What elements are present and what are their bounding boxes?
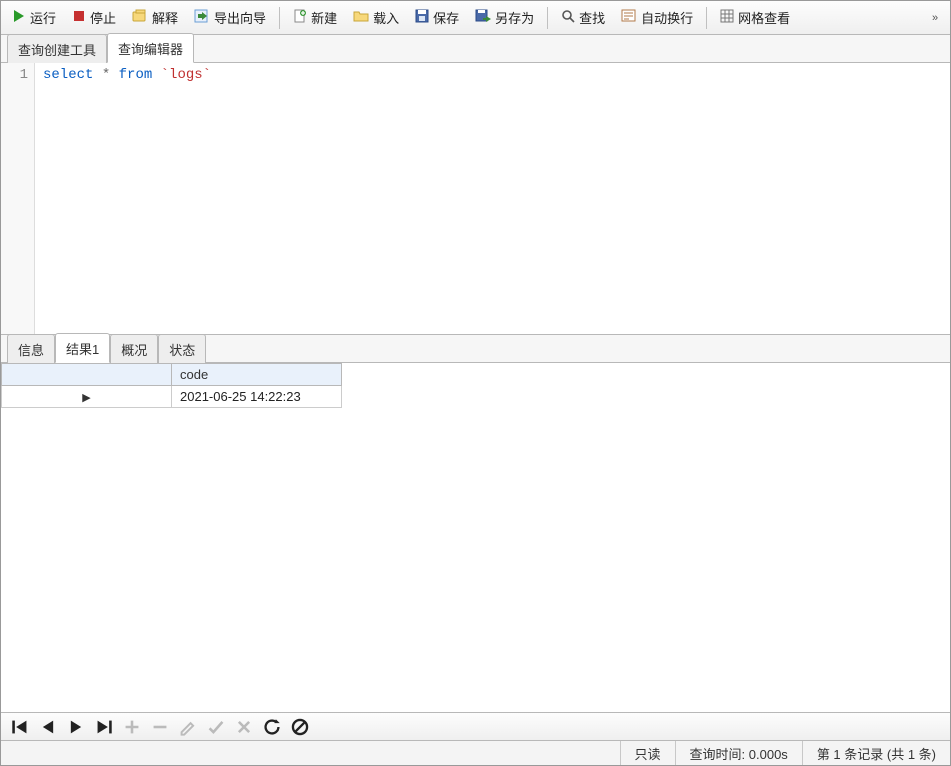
load-label: 载入: [373, 8, 399, 27]
last-record-button[interactable]: [95, 718, 113, 736]
status-query-time: 查询时间: 0.000s: [675, 741, 802, 765]
separator: [279, 7, 280, 29]
cancel-edit-button[interactable]: [235, 718, 253, 736]
result-tabs: 信息 结果1 概况 状态: [1, 335, 950, 363]
sql-editor[interactable]: 1 select * from `logs`: [1, 63, 950, 335]
status-readonly: 只读: [620, 741, 675, 765]
insert-record-button[interactable]: [123, 718, 141, 736]
sql-identifier: `logs`: [161, 67, 211, 83]
row-marker-header: [2, 364, 172, 386]
column-header-code[interactable]: code: [172, 364, 342, 386]
tab-query-editor[interactable]: 查询编辑器: [107, 33, 194, 63]
toolbar: 运行 停止 解释 导出向导 新建: [1, 1, 950, 35]
line-number: 1: [1, 67, 28, 83]
tab-result1[interactable]: 结果1: [55, 333, 110, 363]
wordwrap-button[interactable]: 自动换行: [614, 5, 700, 31]
grid-icon: [720, 9, 734, 26]
separator: [706, 7, 707, 29]
export-wizard-button[interactable]: 导出向导: [187, 5, 273, 31]
next-record-button[interactable]: [67, 718, 85, 736]
play-icon: [12, 9, 26, 26]
sql-code[interactable]: select * from `logs`: [35, 63, 950, 334]
cell-code[interactable]: 2021-06-25 14:22:23: [172, 386, 342, 408]
current-row-icon: ▶: [82, 392, 90, 404]
new-file-icon: [293, 9, 307, 26]
explain-icon: [132, 9, 148, 26]
folder-open-icon: [353, 9, 369, 26]
stop-button[interactable]: 停止: [65, 5, 123, 31]
save-icon: [415, 9, 429, 26]
toolbar-overflow-button[interactable]: »: [924, 12, 946, 24]
table-row[interactable]: ▶ 2021-06-25 14:22:23: [2, 386, 342, 408]
tab-query-builder[interactable]: 查询创建工具: [7, 34, 107, 63]
sql-star: *: [102, 67, 110, 83]
result-panel[interactable]: code ▶ 2021-06-25 14:22:23: [1, 363, 950, 713]
record-navigator: [1, 713, 950, 741]
prev-record-button[interactable]: [39, 718, 57, 736]
result-grid[interactable]: code ▶ 2021-06-25 14:22:23: [1, 363, 342, 408]
new-label: 新建: [311, 8, 337, 27]
row-marker: ▶: [2, 386, 172, 408]
saveas-button[interactable]: 另存为: [468, 5, 541, 31]
find-label: 查找: [579, 8, 605, 27]
run-button[interactable]: 运行: [5, 5, 63, 31]
keyword-select: select: [43, 67, 93, 83]
refresh-button[interactable]: [263, 718, 281, 736]
run-label: 运行: [30, 8, 56, 27]
gridview-label: 网格查看: [738, 8, 790, 27]
edit-record-button[interactable]: [179, 718, 197, 736]
saveas-icon: [475, 9, 491, 26]
export-icon: [194, 9, 210, 26]
status-bar: 只读 查询时间: 0.000s 第 1 条记录 (共 1 条): [1, 741, 950, 765]
wordwrap-label: 自动换行: [641, 8, 693, 27]
find-button[interactable]: 查找: [554, 5, 612, 31]
stop-query-button[interactable]: [291, 718, 309, 736]
explain-label: 解释: [152, 8, 178, 27]
tab-status[interactable]: 状态: [158, 334, 206, 363]
keyword-from: from: [119, 67, 153, 83]
first-record-button[interactable]: [11, 718, 29, 736]
load-button[interactable]: 载入: [346, 5, 406, 31]
line-gutter: 1: [1, 63, 35, 334]
tab-profile[interactable]: 概况: [110, 334, 158, 363]
editor-tabs: 查询创建工具 查询编辑器: [1, 35, 950, 63]
gridview-button[interactable]: 网格查看: [713, 5, 797, 31]
separator: [547, 7, 548, 29]
stop-icon: [72, 9, 86, 26]
tab-messages[interactable]: 信息: [7, 334, 55, 363]
explain-button[interactable]: 解释: [125, 5, 185, 31]
new-button[interactable]: 新建: [286, 5, 344, 31]
post-edit-button[interactable]: [207, 718, 225, 736]
stop-label: 停止: [90, 8, 116, 27]
delete-record-button[interactable]: [151, 718, 169, 736]
export-label: 导出向导: [214, 8, 266, 27]
search-icon: [561, 9, 575, 26]
save-button[interactable]: 保存: [408, 5, 466, 31]
status-record-count: 第 1 条记录 (共 1 条): [802, 741, 950, 765]
saveas-label: 另存为: [495, 8, 534, 27]
wrap-icon: [621, 9, 637, 26]
save-label: 保存: [433, 8, 459, 27]
